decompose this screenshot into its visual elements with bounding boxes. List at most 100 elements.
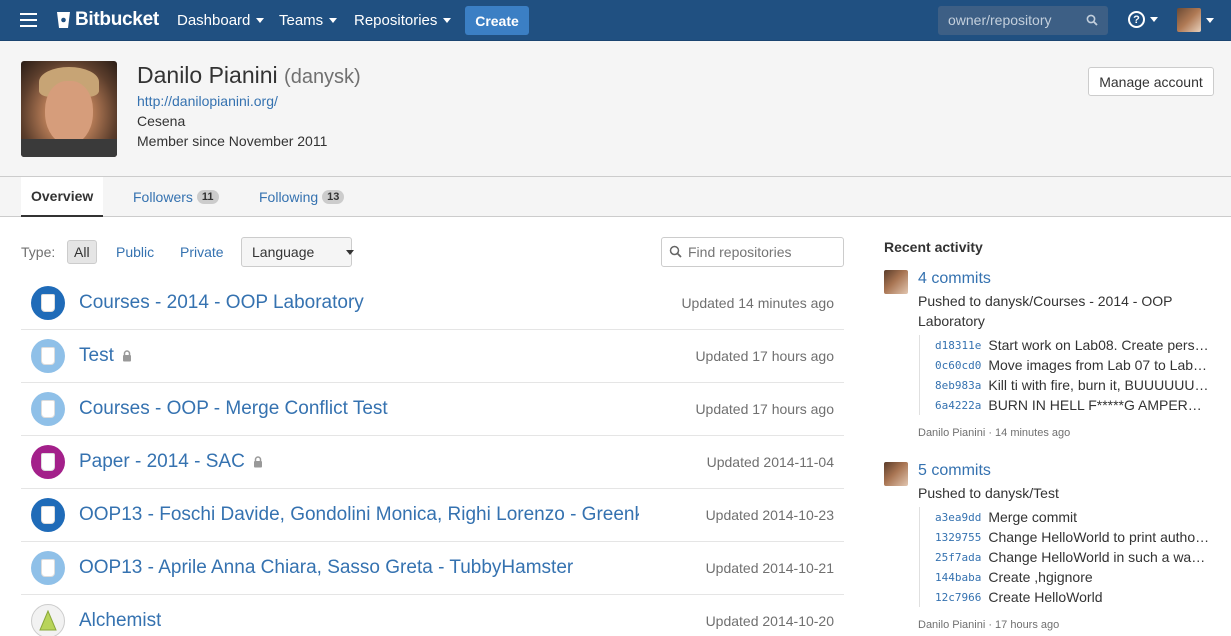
repository-row: Courses - OOP - Merge Conflict Test Upda… bbox=[21, 383, 844, 436]
commit-hash[interactable]: 25f7ada bbox=[935, 551, 981, 564]
chevron-down-icon bbox=[329, 18, 338, 23]
filter-private-button[interactable]: Private bbox=[174, 240, 230, 264]
activity-pushed-to: Pushed to danysk/Test bbox=[918, 485, 1059, 501]
language-dropdown[interactable]: Language bbox=[241, 237, 355, 267]
bitbucket-logo-icon bbox=[57, 12, 70, 28]
repository-row: Alchemist Updated 2014-10-20 bbox=[21, 595, 844, 636]
commit-hash[interactable]: 12c7966 bbox=[935, 591, 981, 604]
profile-member-since: Member since November 2011 bbox=[137, 133, 328, 149]
repository-name-link[interactable]: Courses - OOP - Merge Conflict Test bbox=[79, 398, 388, 420]
tab-following-label: Following bbox=[259, 189, 319, 205]
repository-updated: Updated 17 hours ago bbox=[695, 401, 834, 417]
repository-name: OOP13 - Aprile Anna Chiara, Sasso Greta … bbox=[79, 557, 574, 578]
nav-teams-label: Teams bbox=[279, 12, 324, 29]
repo-cup-icon bbox=[41, 506, 55, 524]
logo-text: Bitbucket bbox=[75, 9, 159, 30]
nav-dashboard-label: Dashboard bbox=[177, 12, 251, 29]
avatar-shirt bbox=[21, 139, 117, 157]
repository-name-link[interactable]: OOP13 - Foschi Davide, Gondolini Monica,… bbox=[79, 504, 639, 526]
commit-hash[interactable]: 144baba bbox=[935, 571, 981, 584]
manage-account-button[interactable]: Manage account bbox=[1088, 67, 1214, 96]
chevron-down-icon bbox=[256, 18, 265, 23]
repository-name-link[interactable]: Paper - 2014 - SAC bbox=[79, 451, 263, 473]
commit-message: Change HelloWorld to print autho… bbox=[988, 529, 1210, 545]
repository-avatar bbox=[31, 551, 65, 585]
commit-entry: 144baba Create ,hgignore bbox=[935, 567, 1214, 587]
repository-updated: Updated 2014-10-23 bbox=[705, 507, 834, 523]
repository-updated: Updated 2014-11-04 bbox=[706, 454, 834, 470]
repository-search-input[interactable]: owner/repository bbox=[938, 6, 1108, 35]
commit-message: BURN IN HELL F*****G AMPER… bbox=[988, 397, 1202, 413]
commit-entry: 8eb983a Kill ti with fire, burn it, BUUUU… bbox=[935, 375, 1214, 395]
repo-cup-icon bbox=[41, 559, 55, 577]
commit-hash[interactable]: 8eb983a bbox=[935, 379, 981, 392]
search-icon bbox=[1086, 14, 1098, 26]
nav-repositories[interactable]: Repositories bbox=[354, 12, 452, 29]
repo-cup-icon bbox=[41, 400, 55, 418]
language-dropdown-label: Language bbox=[252, 244, 315, 260]
filter-all-button[interactable]: All bbox=[67, 240, 97, 264]
find-repositories-input[interactable] bbox=[661, 237, 844, 267]
repository-name: Courses - OOP - Merge Conflict Test bbox=[79, 398, 388, 419]
top-navigation-bar: Bitbucket Dashboard Teams Repositories C… bbox=[0, 0, 1231, 41]
flask-icon bbox=[39, 610, 57, 631]
commit-message: Start work on Lab08. Create pers… bbox=[988, 337, 1209, 353]
bitbucket-logo[interactable]: Bitbucket bbox=[56, 9, 159, 31]
repository-updated: Updated 2014-10-20 bbox=[705, 613, 834, 629]
repository-name-link[interactable]: OOP13 - Aprile Anna Chiara, Sasso Greta … bbox=[79, 557, 573, 579]
user-menu[interactable] bbox=[1177, 8, 1214, 32]
repo-cup-icon bbox=[41, 347, 55, 365]
repository-updated: Updated 17 hours ago bbox=[695, 348, 834, 364]
repository-list: Courses - 2014 - OOP Laboratory Updated … bbox=[21, 277, 844, 636]
commit-hash[interactable]: d18311e bbox=[935, 339, 981, 352]
repository-avatar bbox=[31, 604, 65, 636]
commit-message: Kill ti with fire, burn it, BUUUUUU… bbox=[988, 377, 1209, 393]
tab-followers-label: Followers bbox=[133, 189, 193, 205]
profile-handle: (danysk) bbox=[284, 66, 361, 88]
profile-location: Cesena bbox=[137, 113, 186, 129]
repository-updated: Updated 14 minutes ago bbox=[681, 295, 834, 311]
commit-hash[interactable]: a3ea9dd bbox=[935, 511, 981, 524]
repository-row: Courses - 2014 - OOP Laboratory Updated … bbox=[21, 277, 844, 330]
profile-website-link[interactable]: http://danilopianini.org/ bbox=[137, 93, 278, 109]
repository-name-link[interactable]: Courses - 2014 - OOP Laboratory bbox=[79, 292, 364, 314]
repo-cup-icon bbox=[41, 294, 55, 312]
user-avatar bbox=[1177, 8, 1201, 32]
filter-public-button[interactable]: Public bbox=[110, 240, 160, 264]
commit-hash[interactable]: 0c60cd0 bbox=[935, 359, 981, 372]
commit-message: Create HelloWorld bbox=[988, 589, 1103, 605]
nav-dashboard[interactable]: Dashboard bbox=[177, 12, 265, 29]
lock-icon bbox=[253, 456, 262, 468]
chevron-down-icon bbox=[443, 18, 452, 23]
activity-commits-link[interactable]: 4 commits bbox=[918, 270, 991, 288]
tab-followers[interactable]: Followers 11 bbox=[133, 177, 219, 217]
commit-entry: 0c60cd0 Move images from Lab 07 to Lab… bbox=[935, 355, 1214, 375]
commit-message: Create ,hgignore bbox=[988, 569, 1093, 585]
commit-entry: a3ea9dd Merge commit bbox=[935, 507, 1214, 527]
activity-commits-link[interactable]: 5 commits bbox=[918, 462, 991, 480]
commit-message: Merge commit bbox=[988, 509, 1078, 525]
activity-item: 4 commits Pushed to danysk/Courses - 201… bbox=[884, 270, 1214, 450]
type-filter-label: Type: bbox=[21, 244, 56, 260]
followers-count-badge: 11 bbox=[196, 190, 219, 204]
repository-avatar bbox=[31, 339, 65, 373]
commit-hash[interactable]: 6a4222a bbox=[935, 399, 981, 412]
help-menu[interactable]: ? bbox=[1128, 11, 1158, 28]
following-count-badge: 13 bbox=[322, 190, 345, 204]
menu-icon[interactable] bbox=[20, 13, 37, 27]
repository-name: Paper - 2014 - SAC bbox=[79, 451, 245, 472]
commit-entry: 1329755 Change HelloWorld to print autho… bbox=[935, 527, 1214, 547]
commit-hash[interactable]: 1329755 bbox=[935, 531, 981, 544]
repository-avatar bbox=[31, 498, 65, 532]
nav-teams[interactable]: Teams bbox=[279, 12, 338, 29]
nav-repositories-label: Repositories bbox=[354, 12, 438, 29]
repository-avatar bbox=[31, 392, 65, 426]
repository-name-link[interactable]: Alchemist bbox=[79, 610, 161, 632]
tab-following[interactable]: Following 13 bbox=[259, 177, 345, 217]
repository-name-link[interactable]: Test bbox=[79, 345, 132, 367]
repository-row: Test Updated 17 hours ago bbox=[21, 330, 844, 383]
tab-overview[interactable]: Overview bbox=[21, 177, 104, 217]
activity-item: 5 commits Pushed to danysk/Test a3ea9dd M… bbox=[884, 462, 1214, 636]
commit-entry: 6a4222a BURN IN HELL F*****G AMPER… bbox=[935, 395, 1214, 415]
create-button[interactable]: Create bbox=[465, 6, 529, 35]
